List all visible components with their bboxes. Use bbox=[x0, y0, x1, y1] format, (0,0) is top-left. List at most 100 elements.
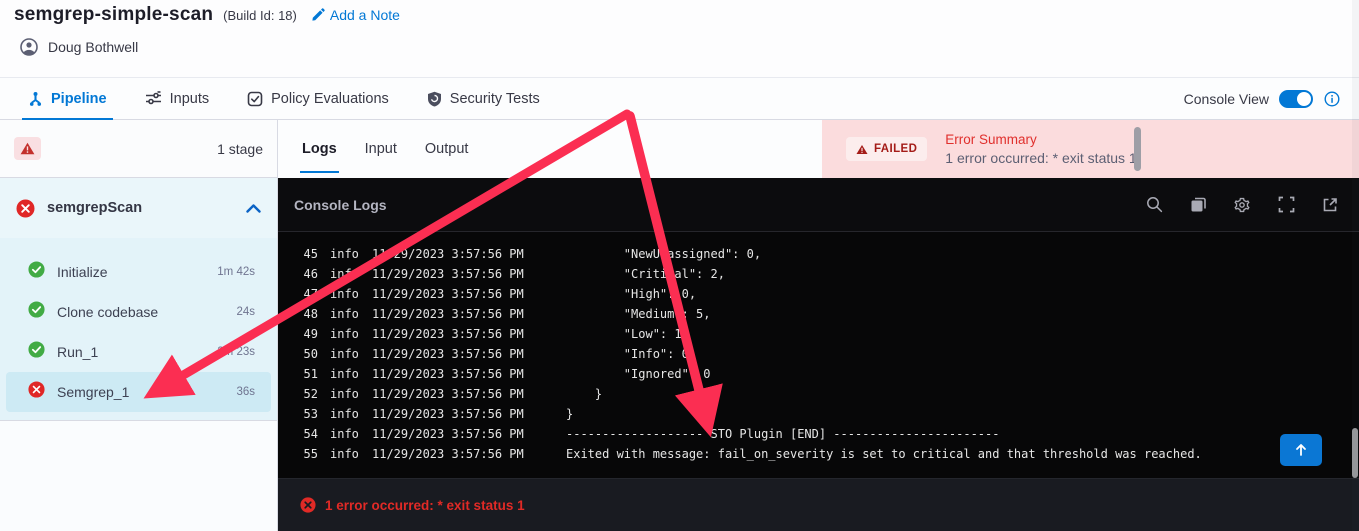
step-row-clone-codebase[interactable]: Clone codebase 24s bbox=[6, 292, 271, 332]
log-level: info bbox=[330, 367, 359, 381]
add-note-button[interactable]: Add a Note bbox=[311, 7, 400, 23]
app-header: semgrep-simple-scan (Build Id: 18) Add a… bbox=[0, 0, 1359, 77]
log-level: info bbox=[330, 347, 359, 361]
log-level: info bbox=[330, 307, 359, 321]
pipeline-icon bbox=[28, 91, 43, 107]
page-title: semgrep-simple-scan bbox=[14, 4, 214, 25]
log-timestamp: 11/29/2023 3:57:56 PM bbox=[372, 407, 524, 421]
tab-policy-evaluations-label: Policy Evaluations bbox=[271, 90, 389, 107]
log-message: } bbox=[566, 407, 574, 421]
log-line: 48 info 11/29/2023 3:57:56 PM "Medium": 5, bbox=[278, 304, 1359, 324]
log-timestamp: 11/29/2023 3:57:56 PM bbox=[372, 327, 524, 341]
log-message: "Info": 0, bbox=[566, 347, 697, 361]
stage-name: semgrepScan bbox=[47, 200, 143, 216]
inputs-icon bbox=[145, 91, 162, 106]
console-header: Console Logs bbox=[278, 178, 1359, 232]
tab-security-tests-label: Security Tests bbox=[449, 90, 540, 107]
log-level: info bbox=[330, 267, 359, 281]
step-duration: 2m 23s bbox=[217, 346, 255, 358]
failed-status-badge: FAILED bbox=[846, 137, 928, 161]
log-line-number: 52 bbox=[303, 387, 318, 401]
build-id: (Build Id: 18) bbox=[223, 7, 297, 23]
log-message: "Low": 1, bbox=[566, 327, 689, 341]
user-avatar-icon bbox=[20, 38, 38, 56]
step-row-run-1[interactable]: Run_1 2m 23s bbox=[6, 332, 271, 372]
log-timestamp: 11/29/2023 3:57:56 PM bbox=[372, 247, 524, 261]
footer-error-text: 1 error occurred: * exit status 1 bbox=[325, 497, 525, 513]
log-line-number: 45 bbox=[303, 247, 318, 261]
error-summary-title: Error Summary bbox=[945, 132, 1037, 147]
log-message: "High": 0, bbox=[566, 287, 697, 301]
step-name: Clone codebase bbox=[57, 304, 159, 320]
log-timestamp: 11/29/2023 3:57:56 PM bbox=[372, 287, 524, 301]
copy-icon[interactable] bbox=[1189, 196, 1207, 214]
error-circle-icon bbox=[300, 497, 316, 513]
error-summary-text: 1 error occurred: * exit status 1 bbox=[945, 150, 1137, 166]
tab-input[interactable]: Input bbox=[363, 123, 399, 175]
execution-sidebar: 1 stage semgrepScan Initialize 1m 42s Clon… bbox=[0, 120, 278, 531]
footer-error-bar: 1 error occurred: * exit status 1 bbox=[278, 478, 1359, 531]
failed-circle-icon bbox=[16, 199, 35, 218]
fullscreen-icon[interactable] bbox=[1277, 196, 1295, 214]
open-in-new-icon[interactable] bbox=[1321, 196, 1339, 214]
tab-inputs[interactable]: Inputs bbox=[139, 78, 216, 119]
log-line-number: 55 bbox=[303, 447, 318, 461]
toggle-knob bbox=[1297, 91, 1311, 106]
tab-security-tests[interactable]: Security Tests bbox=[421, 78, 546, 119]
tab-pipeline-label: Pipeline bbox=[51, 90, 107, 107]
info-icon[interactable] bbox=[1323, 90, 1341, 108]
add-note-label: Add a Note bbox=[329, 7, 400, 23]
step-row-semgrep-1[interactable]: Semgrep_1 36s bbox=[6, 372, 271, 412]
tab-logs[interactable]: Logs bbox=[300, 123, 339, 175]
settings-gear-icon[interactable] bbox=[1233, 196, 1251, 214]
search-icon[interactable] bbox=[1145, 196, 1163, 214]
scroll-to-top-button[interactable] bbox=[1280, 434, 1322, 466]
step-name: Semgrep_1 bbox=[57, 384, 130, 400]
console-log-area[interactable]: 45 info 11/29/2023 3:57:56 PM "NewUnassign… bbox=[278, 232, 1359, 478]
step-duration: 24s bbox=[236, 306, 255, 318]
console-logs-title: Console Logs bbox=[294, 196, 387, 213]
chevron-up-icon[interactable] bbox=[246, 203, 261, 213]
log-timestamp: 11/29/2023 3:57:56 PM bbox=[372, 347, 524, 361]
tab-pipeline[interactable]: Pipeline bbox=[22, 78, 113, 120]
stage-count-label: 1 stage bbox=[217, 140, 263, 157]
log-message: Exited with message: fail_on_severity is… bbox=[566, 447, 1202, 461]
success-check-icon bbox=[28, 341, 45, 363]
success-check-icon bbox=[28, 261, 45, 283]
log-timestamp: 11/29/2023 3:57:56 PM bbox=[372, 367, 524, 381]
log-timestamp: 11/29/2023 3:57:56 PM bbox=[372, 307, 524, 321]
page-scrollbar[interactable] bbox=[1352, 0, 1359, 531]
step-name: Run_1 bbox=[57, 344, 99, 360]
failed-circle-icon bbox=[28, 381, 45, 403]
tab-output[interactable]: Output bbox=[423, 123, 471, 175]
log-message: ------------------- STO Plugin [END] ---… bbox=[566, 427, 1000, 441]
log-line-number: 47 bbox=[303, 287, 318, 301]
log-message: "Medium": 5, bbox=[566, 307, 711, 321]
error-summary-panel: FAILED Error Summary 1 error occurred: *… bbox=[822, 120, 1359, 178]
arrow-up-icon bbox=[1294, 443, 1308, 457]
failed-badge-label: FAILED bbox=[874, 143, 918, 155]
stage-block: semgrepScan Initialize 1m 42s Clone codeba… bbox=[0, 178, 277, 421]
log-line-number: 46 bbox=[303, 267, 318, 281]
log-level: info bbox=[330, 247, 359, 261]
stage-row-semgrepscan[interactable]: semgrepScan bbox=[0, 178, 277, 238]
log-line: 50 info 11/29/2023 3:57:56 PM "Info": 0, bbox=[278, 344, 1359, 364]
tab-policy-evaluations[interactable]: Policy Evaluations bbox=[241, 78, 395, 119]
user-name: Doug Bothwell bbox=[48, 39, 139, 55]
log-line: 47 info 11/29/2023 3:57:56 PM "High": 0, bbox=[278, 284, 1359, 304]
warning-triangle-icon bbox=[14, 137, 41, 160]
log-line-number: 53 bbox=[303, 407, 318, 421]
console-view-toggle[interactable] bbox=[1279, 89, 1313, 108]
log-message: "Critical": 2, bbox=[566, 267, 725, 281]
step-row-initialize[interactable]: Initialize 1m 42s bbox=[6, 252, 271, 292]
log-line: 49 info 11/29/2023 3:57:56 PM "Low": 1, bbox=[278, 324, 1359, 344]
log-timestamp: 11/29/2023 3:57:56 PM bbox=[372, 267, 524, 281]
log-line: 46 info 11/29/2023 3:57:56 PM "Critical": … bbox=[278, 264, 1359, 284]
error-panel-scrollbar[interactable] bbox=[1134, 127, 1141, 171]
log-timestamp: 11/29/2023 3:57:56 PM bbox=[372, 447, 524, 461]
log-timestamp: 11/29/2023 3:57:56 PM bbox=[372, 387, 524, 401]
console-view-label: Console View bbox=[1183, 90, 1269, 107]
log-line-number: 54 bbox=[303, 427, 318, 441]
tab-inputs-label: Inputs bbox=[169, 90, 210, 107]
log-line: 45 info 11/29/2023 3:57:56 PM "NewUnassign… bbox=[278, 244, 1359, 264]
